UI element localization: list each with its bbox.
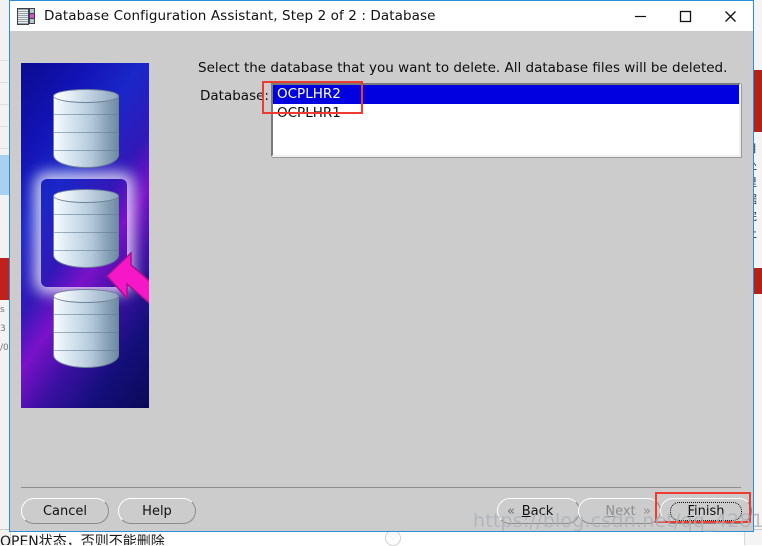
finish-button-label: Finish xyxy=(687,503,725,519)
dbca-dialog-window: Database Configuration Assistant, Step 2… xyxy=(9,0,754,532)
database-option-ocplhr1[interactable]: OCPLHR1 xyxy=(273,104,739,123)
instruction-text: Select the database that you want to del… xyxy=(198,60,728,76)
chevron-right-icon: » xyxy=(643,503,651,519)
database-label: Database: xyxy=(200,88,269,104)
cancel-button[interactable]: Cancel xyxy=(21,498,109,524)
database-illustration xyxy=(21,63,149,408)
background-bottom-circle-icon: ♡ xyxy=(385,530,401,546)
next-button-label: Next xyxy=(605,503,636,519)
back-button[interactable]: « BBackack xyxy=(497,498,580,524)
next-button[interactable]: Next » xyxy=(578,498,661,524)
background-left-fragment-3: /0 xyxy=(0,343,9,353)
background-left-blue-block xyxy=(0,155,9,195)
footer-separator xyxy=(21,487,741,488)
database-dropdown-list[interactable]: OCPLHR2 OCPLHR1 xyxy=(271,83,741,157)
finish-button[interactable]: Finish xyxy=(660,498,752,524)
title-bar[interactable]: Database Configuration Assistant, Step 2… xyxy=(10,1,753,32)
help-button-label: Help xyxy=(142,503,172,519)
background-bottom-text: OPEN状态，否则不能删除 xyxy=(0,534,165,545)
chevron-left-icon: « xyxy=(507,503,515,519)
background-left-red-block xyxy=(0,258,9,300)
close-icon[interactable] xyxy=(708,1,753,31)
help-button[interactable]: Help xyxy=(118,498,196,524)
magenta-arrow-icon xyxy=(105,251,149,304)
window-title: Database Configuration Assistant, Step 2… xyxy=(44,8,436,24)
database-option-ocplhr2[interactable]: OCPLHR2 xyxy=(273,85,739,104)
maximize-icon[interactable] xyxy=(663,1,708,31)
dbca-icon xyxy=(17,7,35,25)
back-button-label: BBackack xyxy=(521,503,554,519)
minimize-icon[interactable] xyxy=(618,1,663,31)
cancel-button-label: Cancel xyxy=(42,503,88,519)
finish-button-focus-ring: Finish xyxy=(670,501,742,521)
dialog-content: Select the database that you want to del… xyxy=(10,31,753,531)
window-controls xyxy=(618,1,753,31)
database-cylinder-1 xyxy=(53,89,119,168)
background-left-fragment-2: 3 xyxy=(0,324,6,334)
background-left-fragment-1: s xyxy=(0,305,5,315)
